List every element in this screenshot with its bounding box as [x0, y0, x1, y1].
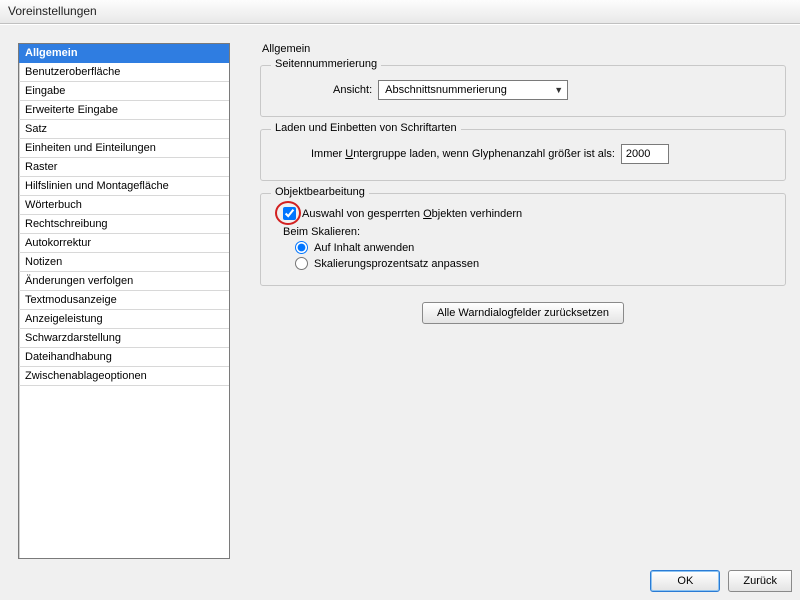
sidebar-item[interactable]: Textmodusanzeige — [19, 291, 229, 310]
sidebar-item[interactable]: Satz — [19, 120, 229, 139]
group-object-editing: Objektbearbeitung Auswahl von gesperrten… — [260, 193, 786, 286]
sidebar-item[interactable]: Schwarzdarstellung — [19, 329, 229, 348]
back-button[interactable]: Zurück — [728, 570, 792, 592]
group-object-editing-title: Objektbearbeitung — [271, 186, 369, 198]
sidebar-item[interactable]: Autokorrektur — [19, 234, 229, 253]
page-title: Allgemein — [256, 43, 790, 55]
window-titlebar: Voreinstellungen — [0, 0, 800, 24]
sidebar-item[interactable]: Benutzeroberfläche — [19, 63, 229, 82]
main-panel: Allgemein Seitennummerierung Ansicht: Ab… — [256, 43, 790, 550]
dialog-footer: OK Zurück — [650, 570, 792, 592]
sidebar-item[interactable]: Raster — [19, 158, 229, 177]
view-dropdown[interactable]: Abschnittsnummerierung ▼ — [378, 80, 568, 100]
window-title: Voreinstellungen — [8, 4, 97, 18]
font-subset-threshold-input[interactable] — [621, 144, 669, 164]
prevent-locked-selection-label: Auswahl von gesperrten Objekten verhinde… — [302, 208, 522, 220]
view-dropdown-value: Abschnittsnummerierung — [385, 84, 507, 96]
sidebar-item[interactable]: Anzeigeleistung — [19, 310, 229, 329]
sidebar-item[interactable]: Erweiterte Eingabe — [19, 101, 229, 120]
dialog-body: AllgemeinBenutzeroberflächeEingabeErweit… — [0, 24, 800, 600]
scaling-label: Beim Skalieren: — [283, 226, 773, 238]
prevent-locked-selection-checkbox[interactable] — [283, 207, 296, 220]
scaling-apply-content-radio[interactable] — [295, 241, 308, 254]
scaling-adjust-percent-radio[interactable] — [295, 257, 308, 270]
sidebar-item[interactable]: Zwischenablageoptionen — [19, 367, 229, 386]
sidebar-item[interactable]: Dateihandhabung — [19, 348, 229, 367]
chevron-down-icon: ▼ — [554, 85, 563, 95]
sidebar-item[interactable]: Notizen — [19, 253, 229, 272]
scaling-adjust-percent-label: Skalierungsprozentsatz anpassen — [314, 258, 479, 270]
group-font-loading-title: Laden und Einbetten von Schriftarten — [271, 122, 461, 134]
ok-button[interactable]: OK — [650, 570, 720, 592]
reset-warnings-button[interactable]: Alle Warndialogfelder zurücksetzen — [422, 302, 624, 324]
font-subset-label: Immer Untergruppe laden, wenn Glyphenanz… — [311, 148, 615, 160]
group-pagination: Seitennummerierung Ansicht: Abschnittsnu… — [260, 65, 786, 117]
sidebar-item[interactable]: Eingabe — [19, 82, 229, 101]
scaling-apply-content-label: Auf Inhalt anwenden — [314, 242, 414, 254]
group-font-loading: Laden und Einbetten von Schriftarten Imm… — [260, 129, 786, 181]
sidebar-item[interactable]: Wörterbuch — [19, 196, 229, 215]
group-pagination-title: Seitennummerierung — [271, 58, 381, 70]
view-label: Ansicht: — [333, 84, 372, 96]
sidebar-item[interactable]: Einheiten und Einteilungen — [19, 139, 229, 158]
sidebar-item[interactable]: Hilfslinien und Montagefläche — [19, 177, 229, 196]
category-sidebar: AllgemeinBenutzeroberflächeEingabeErweit… — [18, 43, 230, 559]
sidebar-item[interactable]: Änderungen verfolgen — [19, 272, 229, 291]
sidebar-item[interactable]: Rechtschreibung — [19, 215, 229, 234]
sidebar-item[interactable]: Allgemein — [19, 44, 229, 63]
